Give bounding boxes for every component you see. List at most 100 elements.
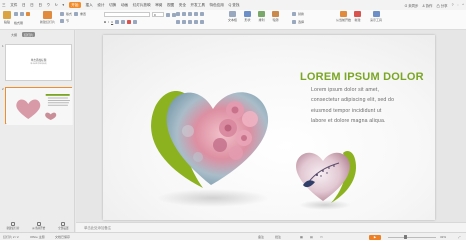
increase-font-icon[interactable] — [166, 12, 170, 17]
layout-icon[interactable] — [60, 12, 64, 16]
strikethrough-icon[interactable] — [115, 20, 120, 24]
menu-item[interactable]: 日 — [22, 0, 26, 10]
reading-view-icon[interactable]: ▭ — [320, 235, 323, 239]
reset-icon[interactable] — [74, 12, 78, 16]
menu-item[interactable]: 切换 — [109, 0, 116, 10]
slide-body-text[interactable]: Lorem ipsum dolor sit amet, consectetur … — [311, 85, 425, 126]
paste-button[interactable]: 粘贴 — [3, 11, 11, 24]
slide-title[interactable]: LOREM IPSUM DOLOR — [300, 71, 424, 83]
comments-toggle-button[interactable]: 批注 — [275, 235, 281, 239]
text-box-button[interactable]: 文本框 — [228, 11, 237, 22]
tab-slides[interactable]: 幻灯片 — [22, 32, 36, 37]
italic-button[interactable]: I — [108, 20, 109, 24]
format-painter-label[interactable]: 格式刷 — [14, 21, 23, 25]
menu-item[interactable]: 审阅 — [155, 0, 162, 10]
menu-item[interactable]: 文件 — [10, 0, 17, 10]
menu-right-item[interactable]: ? — [452, 3, 454, 7]
shape-icon — [244, 11, 251, 17]
menu-item[interactable]: 动画 — [121, 0, 128, 10]
indent-icon[interactable] — [188, 12, 192, 16]
normal-view-icon[interactable]: ▦ — [300, 235, 303, 239]
tools-button[interactable]: 演示工具 — [370, 11, 382, 22]
zoom-level[interactable]: 32% — [440, 235, 446, 239]
theme-name: Office 主题 — [30, 235, 45, 239]
shape-button[interactable]: 形状 — [244, 11, 251, 22]
add-slide-button[interactable]: 新建幻灯片 — [6, 221, 19, 230]
copy-icon[interactable] — [20, 12, 24, 16]
line-spacing-icon[interactable] — [200, 12, 204, 16]
slide-canvas-area: LOREM IPSUM DOLOR Lorem ipsum dolor sit … — [76, 30, 466, 222]
arrange-button[interactable]: 排列 — [258, 11, 265, 22]
slideshow-button[interactable]: ▶ — [369, 234, 381, 240]
menu-item[interactable]: ウ — [47, 0, 51, 10]
reset-label[interactable]: 重置 — [80, 12, 86, 16]
notes-pane[interactable]: 单击此处添加备注 — [76, 222, 466, 232]
section-icon[interactable] — [60, 19, 64, 23]
zoom-slider-handle[interactable] — [404, 235, 407, 239]
font-size-select[interactable]: 0 — [152, 12, 164, 17]
menu-item[interactable]: 视图 — [167, 0, 174, 10]
layout-label[interactable]: 版式 — [66, 12, 72, 16]
align-right-icon[interactable] — [188, 20, 192, 24]
menu-right-item[interactable]: 凸 分享 — [436, 3, 447, 8]
new-slide-button[interactable]: 新建幻灯片 — [40, 11, 55, 24]
cut-icon[interactable] — [14, 12, 18, 16]
columns-icon[interactable] — [200, 20, 204, 24]
status-bar: 幻灯片 2 / 2 Office 主题 文档已保存 备注 批注 ▦ ▤ ▭ ▶ … — [0, 232, 466, 240]
settings-button[interactable]: 全部设置 — [58, 221, 69, 230]
fit-window-icon[interactable]: ⤢ — [458, 235, 460, 239]
slide-number: 2 — [2, 87, 4, 91]
align-left-icon[interactable] — [176, 20, 180, 24]
menu-item[interactable]: 日 — [38, 0, 42, 10]
font-name-select[interactable] — [104, 12, 150, 17]
menu-right-item[interactable]: : — [457, 3, 458, 7]
thumbnail-subtitle: 单击此处添加副标题 — [30, 63, 47, 65]
slide-canvas[interactable]: LOREM IPSUM DOLOR Lorem ipsum dolor sit … — [103, 35, 435, 220]
text-box-icon — [229, 11, 236, 17]
shadow-icon[interactable] — [121, 20, 126, 24]
section-label[interactable]: 节 — [66, 19, 69, 23]
align-center-icon[interactable] — [182, 20, 186, 24]
menu-item[interactable]: 开始 — [68, 2, 81, 8]
format-painter-icon[interactable] — [26, 12, 30, 16]
play-current-button[interactable]: 从当前开始 — [32, 221, 45, 230]
menu-right-item[interactable]: ^ — [462, 3, 464, 7]
slide-thumbnail-1[interactable]: 单击添加标题 单击此处添加副标题 — [5, 44, 72, 81]
underline-button[interactable]: U — [111, 20, 113, 24]
slide-info: 幻灯片 2 / 2 — [3, 235, 19, 239]
sorter-view-icon[interactable]: ▤ — [310, 235, 313, 239]
zoom-slider[interactable] — [388, 236, 436, 238]
bullets-icon[interactable] — [176, 12, 180, 16]
menu-item[interactable]: 设计 — [97, 0, 104, 10]
select-icon[interactable] — [292, 20, 296, 24]
new-button[interactable]: 新建 — [354, 11, 361, 22]
select-label[interactable]: 选择 — [298, 20, 304, 24]
menu-item[interactable]: 开发工具 — [191, 0, 205, 10]
font-color-icon[interactable] — [127, 20, 132, 24]
clear-format-icon[interactable] — [133, 20, 138, 24]
menu-item[interactable]: 日 — [30, 0, 34, 10]
menu-item[interactable]: 三 — [2, 0, 6, 10]
bold-button[interactable]: B — [104, 20, 106, 24]
menu-item[interactable]: ▾ — [62, 0, 64, 10]
menu-right-item[interactable]: & 协作 — [422, 3, 432, 8]
justify-icon[interactable] — [194, 20, 198, 24]
paste-label: 粘贴 — [3, 20, 10, 24]
menu-item[interactable]: 幻灯片放映 — [133, 0, 151, 10]
menu-item[interactable]: ↻ — [55, 0, 58, 10]
numbering-icon[interactable] — [182, 12, 186, 16]
menu-item[interactable]: 安全 — [179, 0, 186, 10]
menu-item[interactable]: 特色应用 — [210, 0, 224, 10]
play-from-current-button[interactable]: 从当前开始 — [336, 11, 351, 22]
replace-label[interactable]: 替换 — [298, 12, 304, 16]
menu-right-item[interactable]: G 未同步 — [405, 3, 419, 8]
menu-item[interactable]: Q 查找 — [228, 0, 239, 10]
outdent-icon[interactable] — [194, 12, 198, 16]
outline-button[interactable]: 轮廓 — [272, 11, 279, 22]
menu-item[interactable]: 插入 — [86, 0, 93, 10]
replace-icon[interactable] — [292, 12, 296, 16]
notes-toggle-button[interactable]: 备注 — [258, 235, 264, 239]
ribbon-toolbar: 粘贴 格式刷 新建幻灯片 版式 节 重置 0 B I U 文本框 形状 排列 轮… — [0, 10, 466, 30]
tab-outline[interactable]: 大纲 — [9, 32, 19, 37]
slide-thumbnail-2[interactable] — [5, 87, 73, 125]
